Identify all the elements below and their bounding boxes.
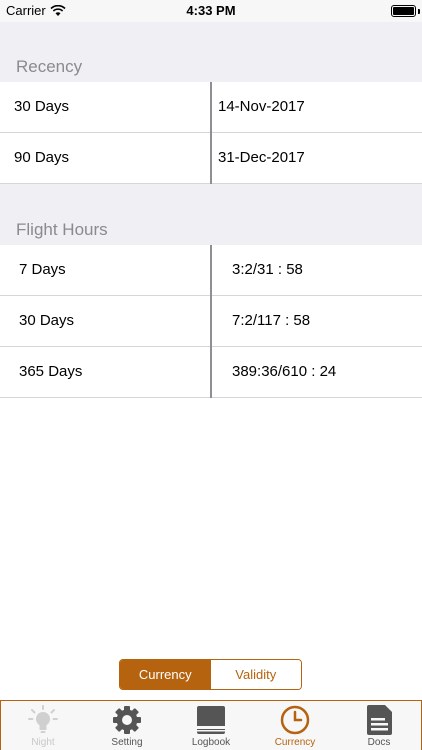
gear-icon: [113, 706, 141, 734]
tab-night[interactable]: Night: [1, 701, 85, 750]
recency-value: 31-Dec-2017: [218, 149, 305, 166]
lightbulb-icon: [28, 705, 58, 733]
tab-setting-label: Setting: [111, 737, 143, 748]
status-time: 4:33 PM: [186, 3, 236, 18]
battery-nub: [418, 9, 420, 14]
segment-currency[interactable]: Currency: [120, 660, 211, 689]
tab-currency-label: Currency: [274, 737, 316, 748]
tab-currency[interactable]: Currency: [253, 701, 337, 750]
recency-header: Recency: [16, 57, 83, 76]
tab-bar: Night Setting Logbook Currency Docs: [0, 700, 422, 750]
flight-hours-column-divider: [210, 245, 212, 398]
tab-docs-label: Docs: [367, 737, 391, 748]
flight-hours-value: 389:36/610 : 24: [232, 363, 337, 380]
flight-hours-value: 7:2/117 : 58: [232, 312, 311, 329]
recency-period: 30 Days: [14, 98, 70, 115]
currency-validity-segmented-control: Currency Validity: [119, 659, 302, 690]
segment-validity[interactable]: Validity: [210, 660, 301, 689]
book-icon: [197, 706, 225, 734]
recency-column-divider: [210, 82, 212, 184]
battery-icon: [391, 5, 416, 17]
tab-night-label: Night: [31, 737, 55, 748]
flight-hours-period: 365 Days: [19, 363, 83, 380]
flight-hours-value: 3:2/31 : 58: [232, 261, 303, 278]
flight-hours-header: Flight Hours: [16, 220, 108, 239]
status-bar: Carrier 4:33 PM: [0, 0, 422, 22]
document-icon: [367, 705, 392, 735]
clock-icon: [280, 705, 310, 735]
tab-docs[interactable]: Docs: [337, 701, 421, 750]
flight-hours-period: 7 Days: [19, 261, 66, 278]
flight-hours-period: 30 Days: [19, 312, 75, 329]
recency-period: 90 Days: [14, 149, 70, 166]
tab-setting[interactable]: Setting: [85, 701, 169, 750]
recency-value: 14-Nov-2017: [218, 98, 305, 115]
tab-logbook-label: Logbook: [191, 737, 231, 748]
tab-logbook[interactable]: Logbook: [169, 701, 253, 750]
